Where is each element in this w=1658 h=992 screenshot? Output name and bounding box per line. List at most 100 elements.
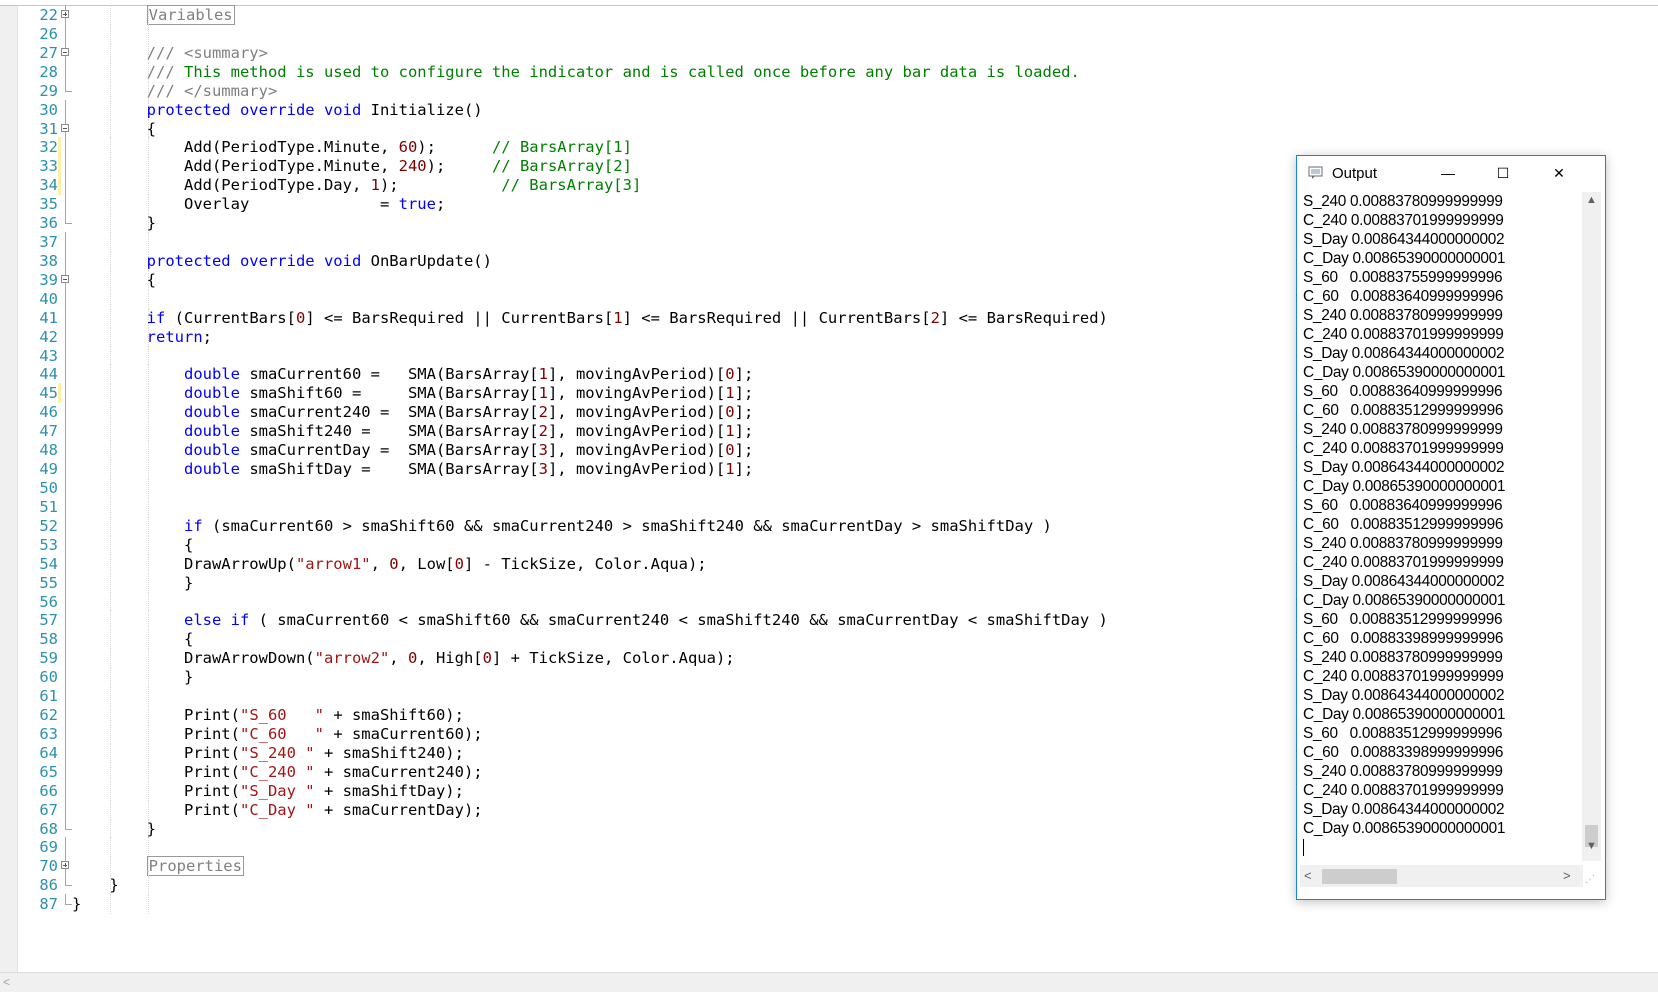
code-line[interactable]: 50 <box>0 478 1250 498</box>
code-token: { <box>72 270 156 289</box>
fold-guide <box>65 553 66 574</box>
code-line[interactable]: 41 if (CurrentBars[0] <= BarsRequired ||… <box>0 307 1250 328</box>
code-line[interactable]: 44 double smaCurrent60 = SMA(BarsArray[1… <box>0 364 1250 385</box>
output-window[interactable]: Output — ☐ ✕ S_240 0.00883780999999999 C_… <box>1296 155 1606 900</box>
output-vertical-scrollbar[interactable]: ▲ ▼ <box>1582 192 1601 861</box>
code-line[interactable]: 43 <box>0 345 1250 366</box>
code-token: DrawArrowUp( <box>72 554 296 573</box>
code-line[interactable]: 39 { <box>0 269 1250 290</box>
code-line[interactable]: 27 /// <summary> <box>0 42 1250 63</box>
line-number: 43 <box>39 346 58 365</box>
maximize-button[interactable]: ☐ <box>1480 156 1526 190</box>
collapsed-region[interactable]: Variables <box>146 5 235 25</box>
collapsed-region[interactable]: Properties <box>146 856 244 877</box>
scroll-thumb[interactable] <box>1322 869 1397 884</box>
minimize-button[interactable]: — <box>1425 156 1471 190</box>
scroll-right-icon[interactable]: > <box>1563 868 1571 883</box>
code-text: if (smaCurrent60 > smaShift60 && smaCurr… <box>72 516 1052 536</box>
output-line: C_240 0.00883701999999999 <box>1303 212 1504 229</box>
scroll-left-icon[interactable]: < <box>3 975 10 989</box>
code-line[interactable]: 86 } <box>0 875 1250 896</box>
code-line[interactable]: 37 <box>0 232 1250 253</box>
output-line: S_Day 0.00864344000000002 <box>1303 801 1505 818</box>
code-token: (smaCurrent60 > smaShift60 && smaCurrent… <box>202 516 1052 535</box>
code-line[interactable]: 51 <box>0 496 1250 517</box>
code-line[interactable]: 54 DrawArrowUp("arrow1", 0, Low[0] - Tic… <box>0 553 1250 574</box>
scroll-left-icon[interactable]: < <box>1304 868 1312 883</box>
code-line[interactable]: 46 double smaCurrent240 = SMA(BarsArray[… <box>0 402 1250 423</box>
line-number: 52 <box>39 516 58 535</box>
code-token: 0 <box>454 554 464 573</box>
expand-icon[interactable] <box>61 10 69 18</box>
code-token: { <box>72 630 194 649</box>
code-line[interactable]: 59 DrawArrowDown("arrow2", 0, High[0] + … <box>0 648 1250 669</box>
code-line[interactable]: 58 { <box>0 629 1250 650</box>
scroll-down-icon[interactable]: ▼ <box>1582 840 1601 856</box>
collapse-icon[interactable] <box>61 47 69 56</box>
code-line[interactable]: 53 { <box>0 534 1250 555</box>
code-line[interactable]: 61 <box>0 686 1250 707</box>
code-line[interactable]: 26 <box>0 23 1250 44</box>
indent-guide <box>110 496 112 517</box>
resize-grip-icon[interactable]: ⋰ <box>1585 874 1599 888</box>
code-line[interactable]: 34 Add(PeriodType.Day, 1); // BarsArray[… <box>0 175 1250 196</box>
output-horizontal-scrollbar[interactable]: < > <box>1300 865 1583 887</box>
code-line[interactable]: 29 /// </summary> <box>0 80 1250 101</box>
code-line[interactable]: 68 } <box>0 818 1250 839</box>
line-number: 32 <box>39 138 58 157</box>
output-text-area[interactable]: S_240 0.00883780999999999 C_240 0.0088370… <box>1300 192 1582 861</box>
output-line: S_240 0.00883780999999999 <box>1303 535 1503 552</box>
code-text: double smaShift240 = SMA(BarsArray[2], m… <box>72 421 753 441</box>
code-line[interactable]: 60 } <box>0 667 1250 688</box>
collapse-icon[interactable] <box>61 274 69 283</box>
editor-horizontal-scrollbar[interactable]: < <box>0 972 1658 992</box>
close-button[interactable]: ✕ <box>1536 156 1582 190</box>
output-line: S_240 0.00883780999999999 <box>1303 421 1503 438</box>
code-token: if <box>146 308 166 327</box>
code-token: 2 <box>538 403 548 422</box>
code-token: ]; <box>734 403 754 422</box>
code-text: Print("C_60 " + smaCurrent60); <box>72 724 483 744</box>
output-titlebar[interactable]: Output — ☐ ✕ <box>1297 156 1605 190</box>
collapse-icon[interactable] <box>61 123 69 132</box>
code-line[interactable]: 63 Print("C_60 " + smaCurrent60); <box>0 723 1250 744</box>
code-line[interactable]: 31 { <box>0 118 1250 139</box>
code-line[interactable]: 55 } <box>0 572 1250 593</box>
code-text: Add(PeriodType.Minute, 60); // BarsArray… <box>72 137 632 157</box>
code-line[interactable]: 49 double smaShiftDay = SMA(BarsArray[3]… <box>0 459 1250 480</box>
code-line[interactable]: 69 <box>0 837 1250 858</box>
code-line[interactable]: 35 Overlay = true; <box>0 194 1250 215</box>
code-line[interactable]: 33 Add(PeriodType.Minute, 240); // BarsA… <box>0 156 1250 177</box>
code-line[interactable]: 47 double smaShift240 = SMA(BarsArray[2]… <box>0 421 1250 442</box>
fold-guide <box>65 232 66 253</box>
code-line[interactable]: 45 double smaShift60 = SMA(BarsArray[1],… <box>0 383 1250 404</box>
fold-guide <box>65 534 66 555</box>
code-line[interactable]: 22 Variables <box>0 5 1250 25</box>
code-line[interactable]: 42 return; <box>0 326 1250 347</box>
code-line[interactable]: 32 Add(PeriodType.Minute, 60); // BarsAr… <box>0 137 1250 158</box>
code-line[interactable]: 62 Print("S_60 " + smaShift60); <box>0 705 1250 726</box>
code-line[interactable]: 52 if (smaCurrent60 > smaShift60 && smaC… <box>0 515 1250 536</box>
code-token: + smaShift240); <box>314 743 464 762</box>
fold-guide <box>65 80 72 92</box>
code-token: 2 <box>538 422 548 441</box>
code-line[interactable]: 57 else if ( smaCurrent60 < smaShift60 &… <box>0 610 1250 631</box>
code-line[interactable]: 56 <box>0 591 1250 612</box>
code-line[interactable]: 30 protected override void Initialize() <box>0 99 1250 120</box>
code-line[interactable]: 87} <box>0 894 1250 915</box>
code-line[interactable]: 64 Print("S_240 " + smaShift240); <box>0 742 1250 763</box>
code-line[interactable]: 67 Print("C_Day " + smaCurrentDay); <box>0 799 1250 820</box>
code-line[interactable]: 38 protected override void OnBarUpdate() <box>0 250 1250 271</box>
code-line[interactable]: 70 Properties <box>0 856 1250 877</box>
expand-icon[interactable] <box>61 861 69 870</box>
code-line[interactable]: 48 double smaCurrentDay = SMA(BarsArray[… <box>0 440 1250 461</box>
code-line[interactable]: 66 Print("S_Day " + smaShiftDay); <box>0 780 1250 801</box>
code-line[interactable]: 36 } <box>0 213 1250 234</box>
code-line[interactable]: 28 /// This method is used to configure … <box>0 61 1250 82</box>
code-token: 60 <box>398 138 418 157</box>
code-line[interactable]: 65 Print("C_240 " + smaCurrent240); <box>0 761 1250 782</box>
line-number: 60 <box>39 668 58 687</box>
scroll-up-icon[interactable]: ▲ <box>1582 194 1601 210</box>
code-line[interactable]: 40 <box>0 288 1250 309</box>
